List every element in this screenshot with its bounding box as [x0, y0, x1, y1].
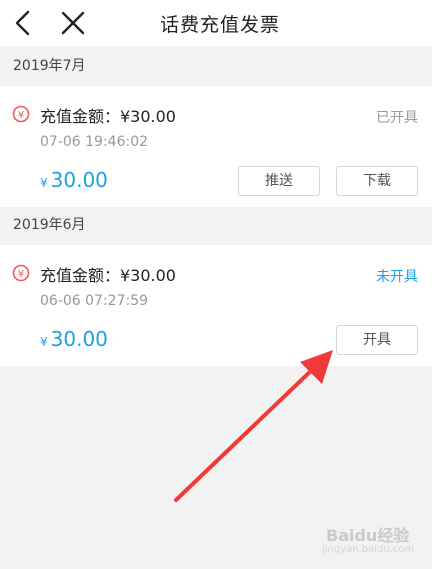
invoice-card-july[interactable]: ¥ 充值金额：¥30.00 已开具 07-06 19:46:02 ¥30.00 … [0, 86, 432, 207]
price-value: 30.00 [50, 168, 108, 192]
price-currency: ¥ [40, 335, 48, 349]
watermark-url: jingyan.baidu.com [322, 544, 415, 555]
push-button[interactable]: 推送 [238, 166, 320, 196]
recharge-amount-label: 充值金额：¥30.00 [40, 107, 176, 126]
month-header-june: 2019年6月 [0, 207, 432, 243]
status-badge: 已开具 [376, 110, 418, 126]
month-header-july: 2019年7月 [0, 48, 432, 84]
price-amount: ¥30.00 [40, 327, 108, 351]
price-currency: ¥ [40, 176, 48, 190]
svg-text:¥: ¥ [18, 269, 24, 280]
price-value: 30.00 [50, 327, 108, 351]
download-button[interactable]: 下载 [336, 166, 418, 196]
recharge-datetime: 07-06 19:46:02 [40, 134, 149, 150]
issue-invoice-button[interactable]: 开具 [336, 325, 418, 355]
page-title: 话费充值发票 [159, 14, 280, 36]
yen-icon: ¥ [12, 264, 30, 282]
price-amount: ¥30.00 [40, 168, 108, 192]
status-badge[interactable]: 未开具 [376, 266, 418, 286]
recharge-amount-label: 充值金额：¥30.00 [40, 266, 176, 285]
invoice-card-june[interactable]: ¥ 充值金额：¥30.00 未开具 06-06 07:27:59 ¥30.00 … [0, 245, 432, 366]
watermark-brand: Baidu经验 [326, 526, 410, 545]
watermark-logo: Baidu经验 jingyan.baidu.com [322, 514, 422, 560]
right-edge-strip [432, 0, 440, 569]
recharge-datetime: 06-06 07:27:59 [40, 293, 149, 309]
yen-icon: ¥ [12, 105, 30, 123]
nav-bar: 话费充值发票 [0, 0, 440, 46]
svg-text:¥: ¥ [18, 110, 24, 121]
